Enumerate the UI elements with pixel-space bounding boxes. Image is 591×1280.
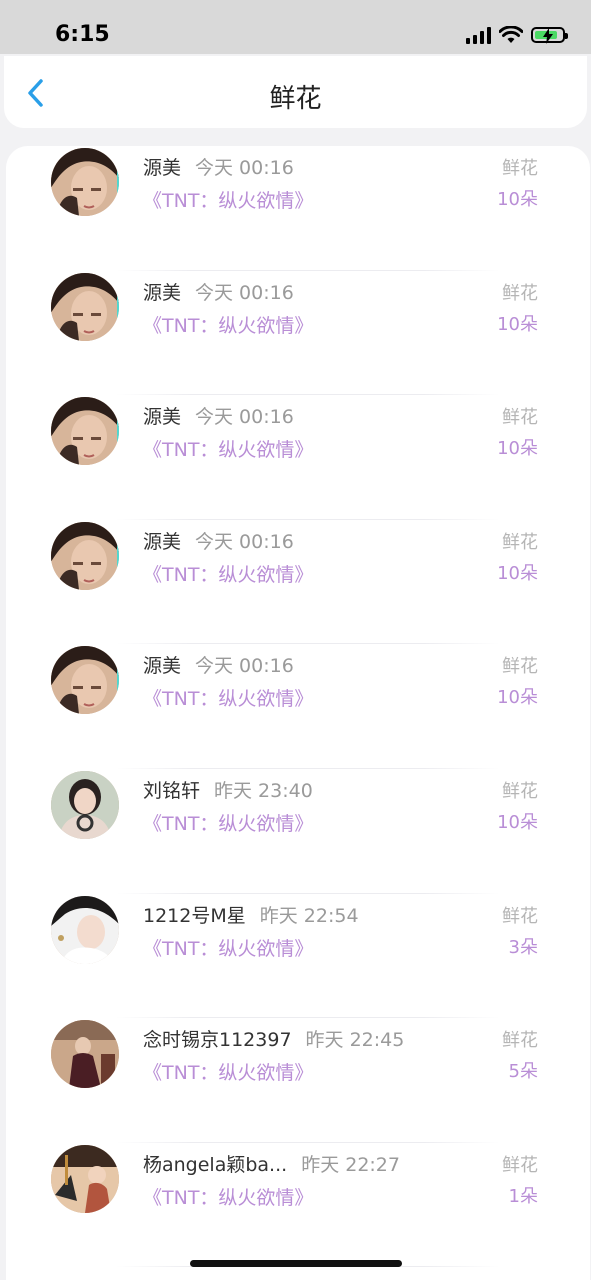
user-name-line: 1212号M星 昨天 22:54	[143, 901, 359, 928]
list-item[interactable]: 杨angela颖ba... 昨天 22:27 《TNT：纵火欲情》 鲜花 1朵	[6, 1143, 590, 1268]
book-title[interactable]: 《TNT：纵火欲情》	[143, 311, 313, 338]
gift-time: 今天 00:16	[195, 530, 294, 553]
gift-type-label: 鲜花	[502, 1154, 538, 1176]
avatar[interactable]	[51, 272, 119, 341]
gift-count: 10朵	[497, 687, 538, 709]
list-item[interactable]: 源美 今天 00:16 《TNT：纵火欲情》 鲜花 10朵	[6, 271, 590, 396]
list-item[interactable]: 源美 今天 00:16 《TNT：纵火欲情》 鲜花 10朵	[6, 395, 590, 520]
status-icons	[466, 26, 568, 44]
user-name: 念时锡京112397	[143, 1029, 292, 1052]
wifi-icon	[499, 26, 523, 43]
user-name-line: 源美 今天 00:16	[143, 527, 294, 554]
home-indicator[interactable]	[190, 1260, 402, 1267]
book-title[interactable]: 《TNT：纵火欲情》	[143, 560, 313, 587]
status-bar: 6:15	[0, 0, 591, 54]
user-name-line: 源美 今天 00:16	[143, 153, 294, 180]
book-title[interactable]: 《TNT：纵火欲情》	[143, 186, 313, 213]
user-name: 刘铭轩	[143, 779, 201, 802]
gift-type-label: 鲜花	[502, 531, 538, 553]
user-name-line: 源美 今天 00:16	[143, 651, 294, 678]
gift-time: 昨天 23:40	[214, 779, 313, 802]
gift-count: 10朵	[497, 438, 538, 460]
user-name: 源美	[143, 406, 182, 429]
gift-count: 1朵	[508, 1185, 538, 1207]
battery-charging-icon	[531, 27, 568, 44]
gift-time: 昨天 22:54	[259, 904, 359, 927]
flower-gift-list[interactable]: 源美 今天 00:16 《TNT：纵火欲情》 鲜花 10朵 源美 今天 00:16 《TNT：…	[6, 146, 590, 1280]
list-item[interactable]: 1212号M星 昨天 22:54 《TNT：纵火欲情》 鲜花 3朵	[6, 894, 590, 1019]
signal-icon	[466, 26, 491, 44]
gift-count: 10朵	[497, 562, 538, 584]
user-name: 源美	[143, 281, 182, 304]
user-name: 源美	[143, 655, 182, 678]
user-name-line: 源美 今天 00:16	[143, 402, 294, 429]
list-item[interactable]: 刘铭轩 昨天 23:40 《TNT：纵火欲情》 鲜花 10朵	[6, 769, 590, 894]
user-name: 源美	[143, 530, 182, 553]
user-name: 1212号M星	[143, 904, 246, 927]
list-item[interactable]: 源美 今天 00:16 《TNT：纵火欲情》 鲜花 10朵	[6, 520, 590, 645]
gift-type-label: 鲜花	[502, 158, 538, 179]
gift-time: 昨天 22:45	[305, 1029, 405, 1052]
user-name: 杨angela颖ba...	[143, 1153, 288, 1176]
gift-type-label: 鲜花	[502, 282, 538, 304]
gift-count: 3朵	[508, 936, 538, 958]
user-name-line: 念时锡京112397 昨天 22:45	[143, 1025, 404, 1052]
avatar[interactable]	[51, 646, 119, 715]
gift-type-label: 鲜花	[502, 656, 538, 678]
gift-time: 今天 00:16	[195, 281, 294, 304]
gift-count: 10朵	[497, 811, 538, 833]
book-title[interactable]: 《TNT：纵火欲情》	[143, 1058, 313, 1085]
gift-count: 10朵	[497, 189, 538, 210]
gift-type-label: 鲜花	[502, 407, 538, 429]
avatar[interactable]	[51, 895, 119, 964]
page-title: 鲜花	[269, 84, 322, 114]
book-title[interactable]: 《TNT：纵火欲情》	[143, 809, 313, 836]
book-title[interactable]: 《TNT：纵火欲情》	[143, 1183, 313, 1210]
gift-count: 5朵	[508, 1061, 538, 1083]
book-title[interactable]: 《TNT：纵火欲情》	[143, 435, 313, 462]
gift-time: 今天 00:16	[195, 406, 294, 429]
user-name-line: 源美 今天 00:16	[143, 278, 294, 305]
gift-type-label: 鲜花	[502, 1030, 538, 1052]
gift-count: 10朵	[497, 313, 538, 335]
avatar[interactable]	[51, 148, 119, 216]
gift-type-label: 鲜花	[502, 780, 538, 802]
gift-time: 昨天 22:27	[301, 1153, 400, 1176]
avatar[interactable]	[51, 1020, 119, 1089]
list-item[interactable]: 念时锡京112397 昨天 22:45 《TNT：纵火欲情》 鲜花 5朵	[6, 1018, 590, 1143]
book-title[interactable]: 《TNT：纵火欲情》	[143, 684, 313, 711]
book-title[interactable]: 《TNT：纵火欲情》	[143, 934, 313, 961]
avatar[interactable]	[51, 1144, 119, 1213]
list-item[interactable]: 源美 今天 00:16 《TNT：纵火欲情》 鲜花 10朵	[6, 146, 590, 271]
avatar[interactable]	[51, 521, 119, 590]
gift-time: 今天 00:16	[195, 655, 294, 678]
avatar[interactable]	[51, 770, 119, 839]
avatar[interactable]	[51, 397, 119, 466]
user-name-line: 刘铭轩 昨天 23:40	[143, 776, 313, 803]
user-name: 源美	[143, 157, 182, 179]
gift-type-label: 鲜花	[502, 905, 538, 927]
list-item[interactable]: 源美 今天 00:16 《TNT：纵火欲情》 鲜花 10朵	[6, 644, 590, 769]
user-name-line: 杨angela颖ba... 昨天 22:27	[143, 1150, 400, 1177]
gift-time: 今天 00:16	[195, 157, 294, 179]
status-time: 6:15	[55, 22, 110, 47]
nav-bar: 鲜花	[4, 56, 587, 128]
